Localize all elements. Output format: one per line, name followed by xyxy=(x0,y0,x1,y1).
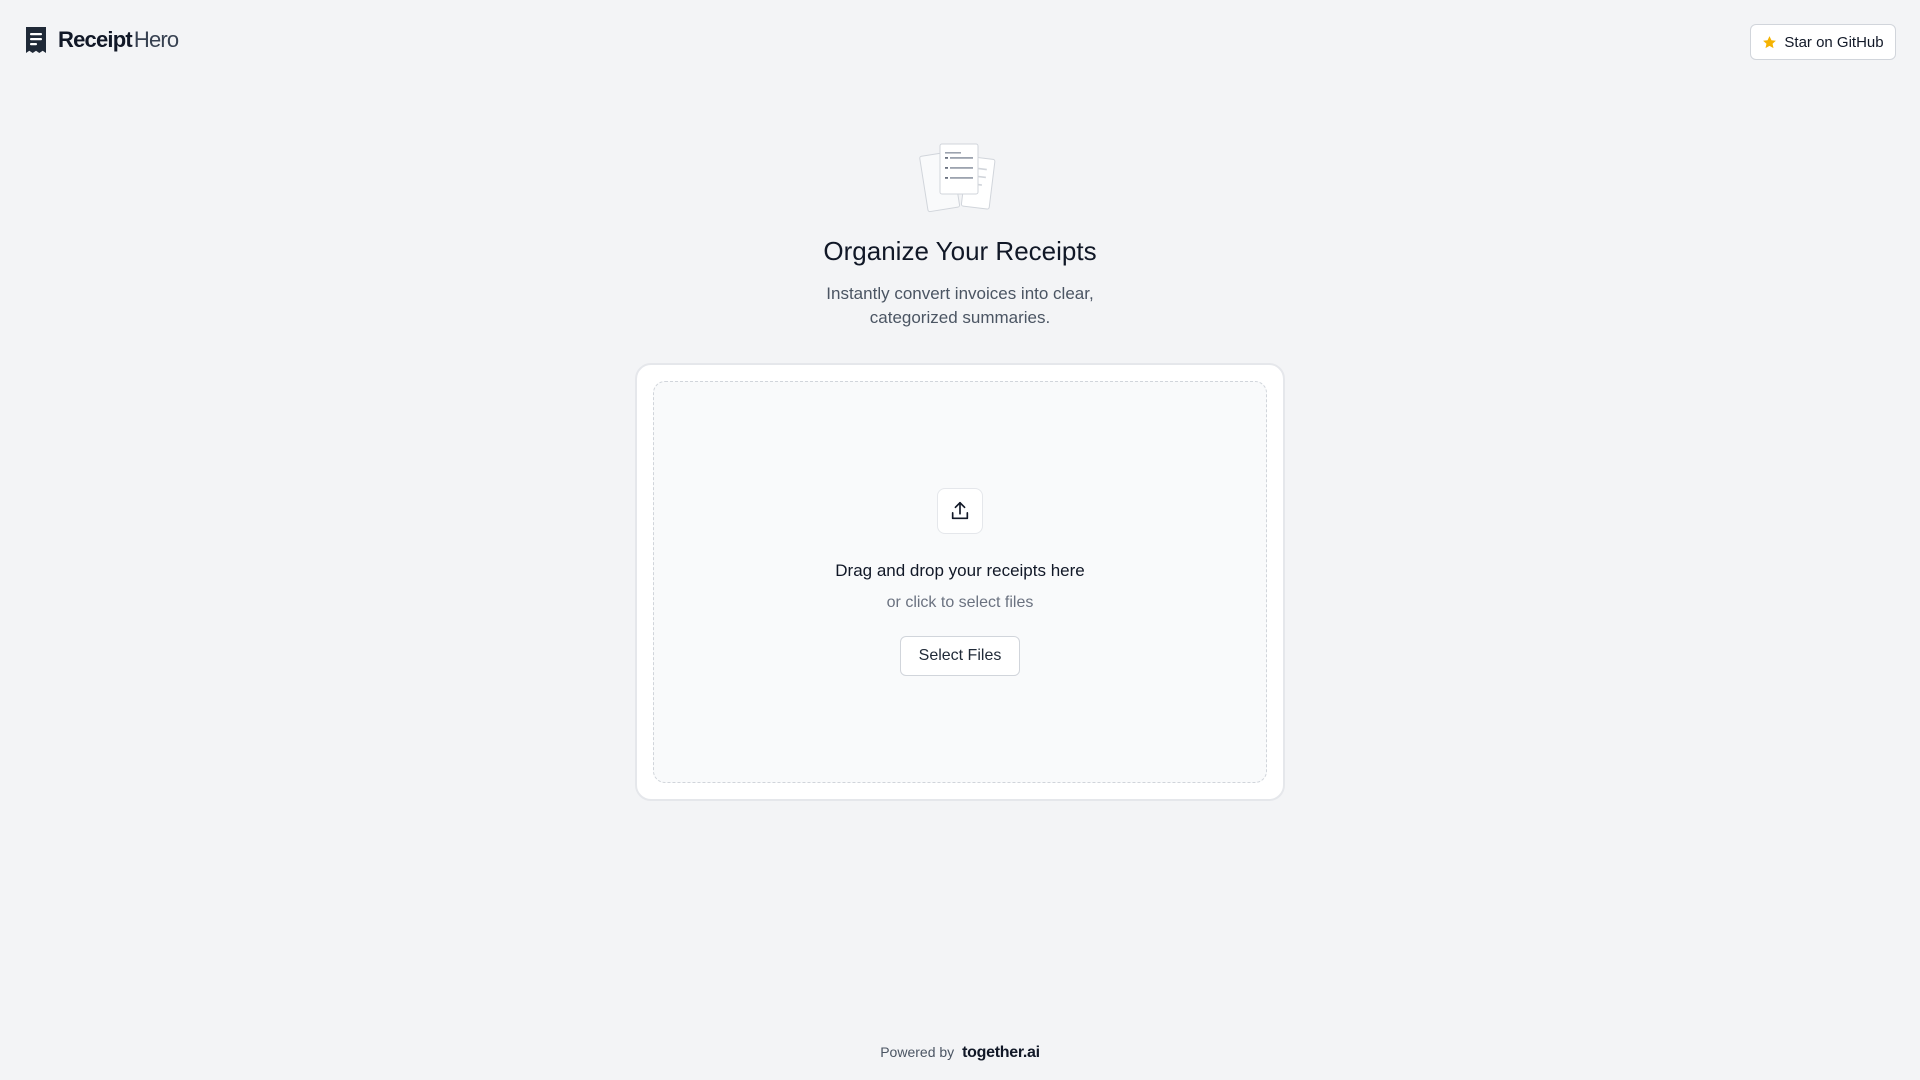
upload-card: Drag and drop your receipts here or clic… xyxy=(635,363,1285,801)
footer: Powered by together.ai xyxy=(0,1044,1920,1062)
star-on-github-label: Star on GitHub xyxy=(1784,33,1884,51)
app-name-secondary: Hero xyxy=(133,27,179,52)
app-name: ReceiptHero xyxy=(58,26,179,54)
star-icon xyxy=(1763,35,1777,48)
dropzone-title: Drag and drop your receipts here xyxy=(835,561,1085,580)
select-files-button[interactable]: Select Files xyxy=(900,636,1020,676)
receipt-dropzone[interactable]: Drag and drop your receipts here or clic… xyxy=(653,381,1267,783)
app-logo[interactable]: ReceiptHero xyxy=(24,26,179,54)
star-on-github-button[interactable]: Star on GitHub xyxy=(1750,24,1896,60)
upload-icon xyxy=(951,501,969,520)
upload-icon-container xyxy=(937,488,983,534)
hero-section: Organize Your Receipts Instantly convert… xyxy=(0,140,1920,330)
app-name-primary: Receipt xyxy=(58,27,133,52)
together-ai-link[interactable]: together.ai xyxy=(962,1044,1040,1062)
powered-by-label: Powered by xyxy=(880,1044,955,1060)
page-title: Organize Your Receipts xyxy=(823,236,1097,266)
page-subtitle: Instantly convert invoices into clear, c… xyxy=(826,284,1094,327)
receipts-illustration xyxy=(919,143,996,213)
dropzone-subtitle: or click to select files xyxy=(886,594,1034,611)
receipt-icon xyxy=(26,27,46,53)
app-header: ReceiptHero Star on GitHub xyxy=(0,0,1920,84)
